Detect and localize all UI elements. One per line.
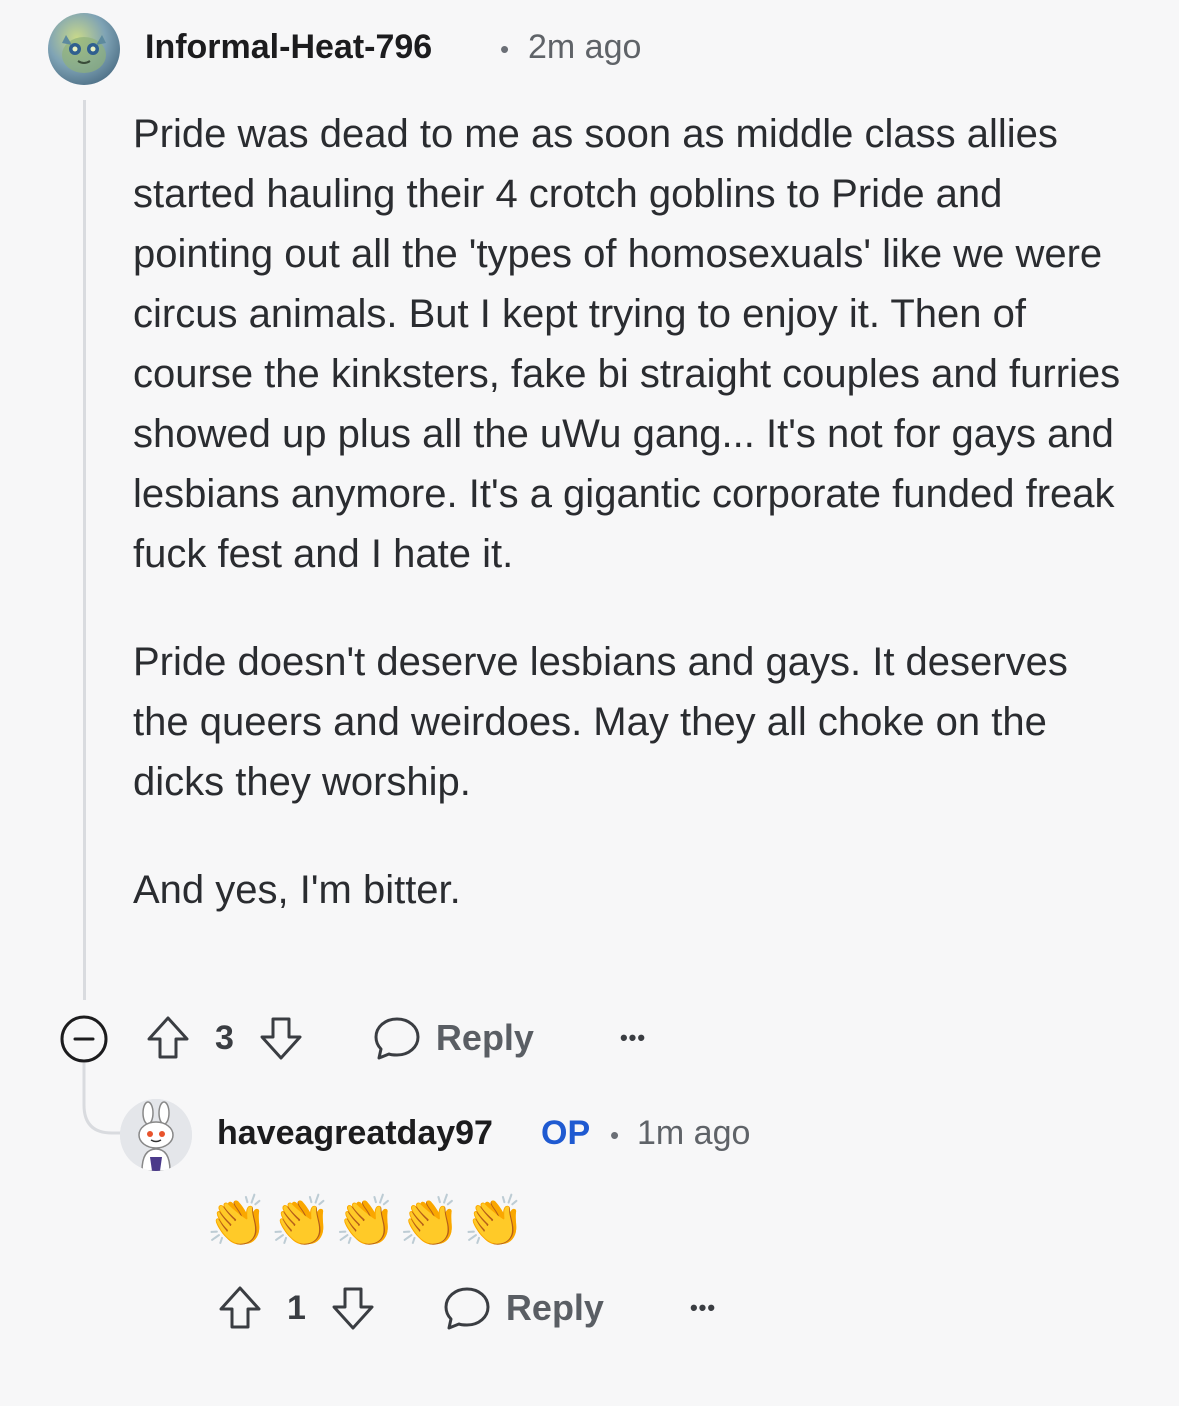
comment-body: Pride was dead to me as soon as middle c… <box>133 104 1133 920</box>
vote-count: 3 <box>215 1018 234 1057</box>
comment-actions: 3 Reply ••• <box>143 1013 646 1063</box>
separator-dot: • <box>500 34 510 64</box>
op-badge: OP <box>541 1114 591 1152</box>
collapse-icon[interactable] <box>60 1015 108 1063</box>
vote-count: 1 <box>287 1288 306 1327</box>
comment-author[interactable]: Informal-Heat-796 <box>145 28 432 67</box>
cat-avatar-icon <box>62 35 106 73</box>
comment-paragraph: Pride doesn't deserve lesbians and gays.… <box>133 640 1068 804</box>
upvote-icon[interactable] <box>143 1013 193 1063</box>
reply-timestamp: 1m ago <box>637 1114 751 1152</box>
comment-paragraph: Pride was dead to me as soon as middle c… <box>133 112 1121 576</box>
upvote-icon[interactable] <box>215 1283 265 1333</box>
reply-thread-connector <box>82 1063 126 1135</box>
comment-bubble-icon[interactable] <box>442 1283 492 1333</box>
more-icon[interactable]: ••• <box>690 1295 716 1321</box>
thread-line[interactable] <box>83 100 86 1000</box>
reply-button[interactable]: Reply <box>436 1017 534 1059</box>
user-avatar[interactable] <box>48 13 120 85</box>
downvote-icon[interactable] <box>256 1013 306 1063</box>
comment-timestamp: 2m ago <box>528 28 642 66</box>
reply-author[interactable]: haveagreatday97 <box>217 1114 493 1153</box>
reply-actions: 1 Reply ••• <box>215 1283 716 1333</box>
comment-paragraph: And yes, I'm bitter. <box>133 868 461 912</box>
separator-dot: • <box>610 1120 620 1150</box>
more-icon[interactable]: ••• <box>620 1025 646 1051</box>
comment-bubble-icon[interactable] <box>372 1013 422 1063</box>
reply-body: 👏👏👏👏👏 <box>206 1192 528 1250</box>
reply-avatar[interactable] <box>120 1099 192 1171</box>
snoo-avatar-icon <box>120 1099 192 1171</box>
reply-button[interactable]: Reply <box>506 1287 604 1329</box>
downvote-icon[interactable] <box>328 1283 378 1333</box>
